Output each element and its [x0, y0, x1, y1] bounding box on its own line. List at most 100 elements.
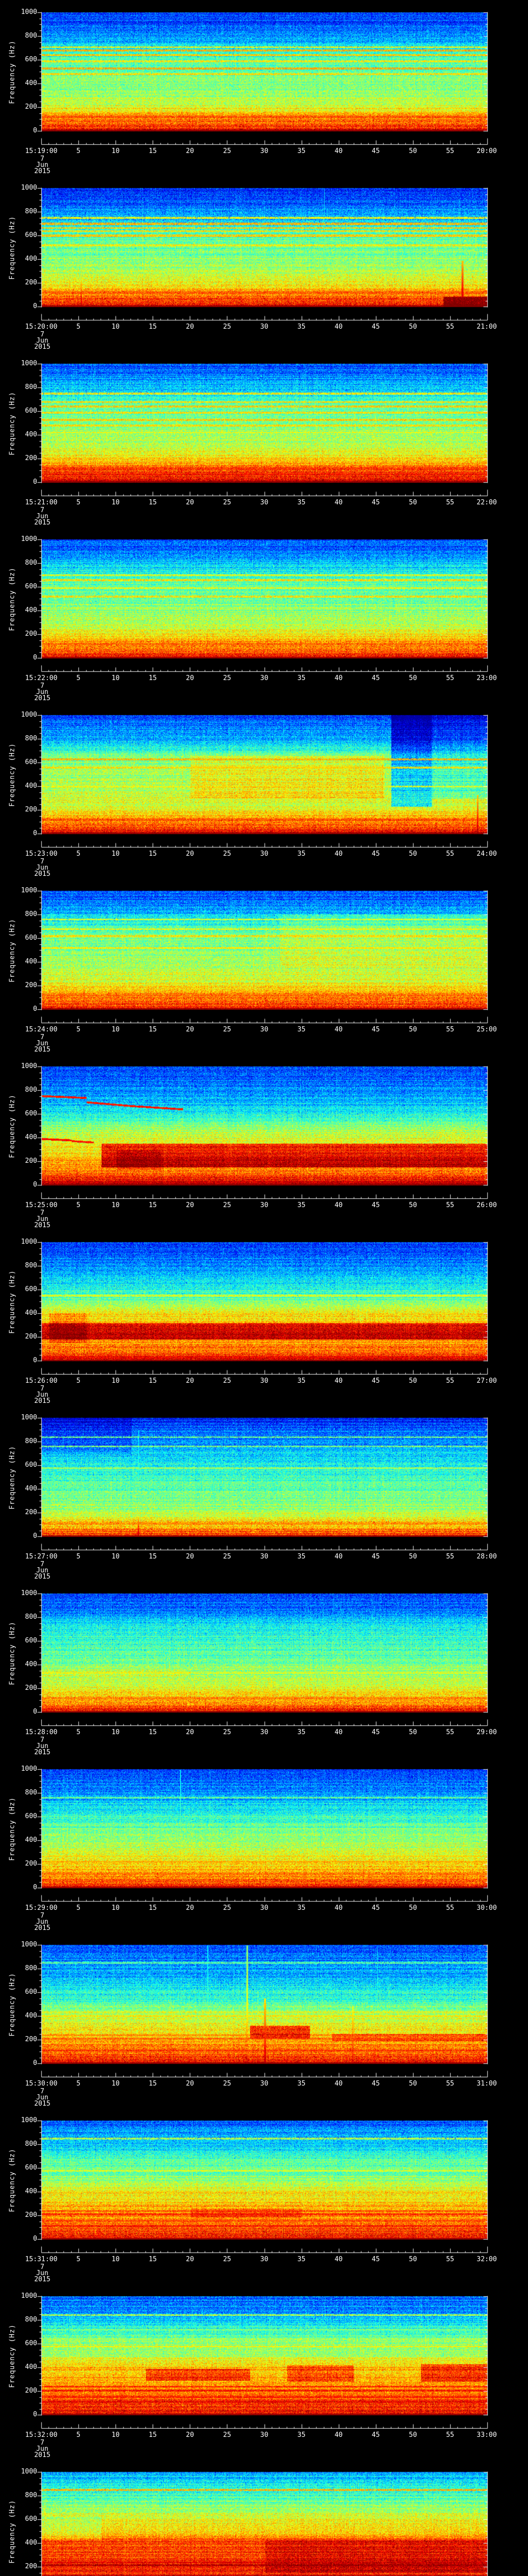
y-tick-label: 400 [25, 1836, 37, 1844]
y-tick-label: 600 [25, 2515, 37, 2523]
x-tick-label: 50 [409, 1201, 417, 1209]
date-year-label: 2015 [34, 519, 51, 527]
x-tick-label: 35 [297, 2256, 306, 2263]
x-tick-label: 25 [223, 674, 232, 682]
x-tick-label: 25 [223, 2080, 232, 2088]
y-tick-label: 200 [25, 1333, 37, 1341]
y-tick-label: 800 [25, 1964, 37, 1972]
y-tick-label: 1000 [21, 8, 37, 16]
y-axis-label: Frequency (Hz) [8, 1094, 16, 1158]
x-tick-label: 45 [371, 2080, 380, 2088]
y-axis-label: Frequency (Hz) [8, 567, 16, 631]
y-tick-label: 600 [25, 2340, 37, 2347]
x-tick-label: 5 [76, 1026, 80, 1033]
x-tick-label: 10 [111, 2431, 120, 2439]
spectrogram-panel: Frequency (Hz) 0 200 400 600 800 1000 15:20:0… [0, 176, 528, 351]
spectrogram-panel: Frequency (Hz) 0 200 400 600 800 1000 15:29:0… [0, 1757, 528, 1933]
y-tick-label: 0 [33, 127, 37, 134]
y-tick-label: 800 [25, 1437, 37, 1445]
spectrogram-panel: Frequency (Hz) 0 200 400 600 800 1000 15:32:0… [0, 2284, 528, 2460]
y-tick-label: 400 [25, 782, 37, 790]
x-tick-label: 5 [76, 1553, 80, 1561]
x-tick-label: 10 [111, 1728, 120, 1736]
x-tick-label: 5 [76, 850, 80, 858]
date-year-label: 2015 [34, 1397, 51, 1405]
x-tick-label: 10 [111, 1201, 120, 1209]
spectrogram-panel: Frequency (Hz) 0 200 400 600 800 1000 15:28:0… [0, 1581, 528, 1757]
x-tick-label: 50 [409, 323, 417, 331]
date-year-label: 2015 [34, 167, 51, 175]
y-tick-label: 0 [33, 1532, 37, 1540]
y-tick-label: 0 [33, 1708, 37, 1716]
x-start-time-label: 15:21:00 [25, 499, 58, 506]
y-tick-label: 800 [25, 2316, 37, 2324]
x-start-time-label: 15:30:00 [25, 2080, 58, 2088]
x-end-time-label: 22:00 [476, 499, 497, 506]
x-tick-label: 40 [334, 1377, 343, 1385]
y-tick-label: 200 [25, 1157, 37, 1165]
x-tick-label: 10 [111, 1553, 120, 1561]
spectrogram-panel: Frequency (Hz) 0 200 400 600 800 1000 15:31:0… [0, 2108, 528, 2284]
x-tick-label: 30 [260, 1728, 269, 1736]
date-year-label: 2015 [34, 2451, 51, 2459]
x-end-time-label: 28:00 [476, 1553, 497, 1561]
date-year-label: 2015 [34, 1573, 51, 1581]
x-tick-label: 25 [223, 1904, 232, 1912]
x-tick-label: 35 [297, 499, 306, 506]
x-tick-label: 5 [76, 323, 80, 331]
x-tick-label: 45 [371, 499, 380, 506]
y-tick-label: 0 [33, 2235, 37, 2243]
x-tick-label: 55 [446, 1553, 454, 1561]
x-tick-label: 40 [334, 2080, 343, 2088]
y-tick-label: 200 [25, 806, 37, 814]
x-tick-label: 45 [371, 1904, 380, 1912]
y-tick-label: 600 [25, 934, 37, 942]
x-tick-label: 10 [111, 674, 120, 682]
x-tick-label: 20 [186, 2080, 194, 2088]
x-tick-label: 20 [186, 2256, 194, 2263]
x-tick-label: 15 [148, 1904, 157, 1912]
y-axis-label: Frequency (Hz) [8, 2148, 16, 2212]
x-tick-label: 5 [76, 499, 80, 506]
x-tick-label: 40 [334, 1728, 343, 1736]
x-tick-label: 40 [334, 674, 343, 682]
x-end-time-label: 27:00 [476, 1377, 497, 1385]
x-end-time-label: 23:00 [476, 674, 497, 682]
y-tick-label: 800 [25, 2492, 37, 2499]
y-tick-label: 1000 [21, 1414, 37, 1421]
y-axis-label: Frequency (Hz) [8, 392, 16, 455]
y-tick-label: 200 [25, 981, 37, 989]
x-tick-label: 45 [371, 1728, 380, 1736]
x-tick-label: 15 [148, 1553, 157, 1561]
x-tick-label: 5 [76, 2431, 80, 2439]
x-start-time-label: 15:23:00 [25, 850, 58, 858]
x-tick-label: 15 [148, 1201, 157, 1209]
x-tick-label: 20 [186, 2431, 194, 2439]
x-tick-label: 40 [334, 850, 343, 858]
y-tick-label: 600 [25, 1637, 37, 1645]
x-tick-label: 5 [76, 1201, 80, 1209]
y-tick-label: 1000 [21, 711, 37, 719]
x-tick-label: 10 [111, 2256, 120, 2263]
x-start-time-label: 15:25:00 [25, 1201, 58, 1209]
x-tick-label: 45 [371, 147, 380, 155]
x-tick-label: 10 [111, 1377, 120, 1385]
y-tick-label: 0 [33, 302, 37, 310]
spectrogram-panel: Frequency (Hz) 0 200 400 600 800 1000 15:19:0… [0, 0, 528, 176]
y-tick-label: 0 [33, 2059, 37, 2067]
y-tick-label: 400 [25, 1660, 37, 1668]
x-tick-label: 10 [111, 2080, 120, 2088]
y-tick-label: 800 [25, 2140, 37, 2148]
x-tick-label: 15 [148, 147, 157, 155]
x-tick-label: 20 [186, 1377, 194, 1385]
x-tick-label: 40 [334, 147, 343, 155]
x-tick-label: 55 [446, 147, 454, 155]
y-tick-label: 1000 [21, 1941, 37, 1948]
x-tick-label: 55 [446, 1201, 454, 1209]
y-tick-label: 1000 [21, 535, 37, 543]
y-tick-label: 600 [25, 1812, 37, 1820]
x-tick-label: 30 [260, 1377, 269, 1385]
y-tick-label: 600 [25, 1461, 37, 1469]
x-tick-label: 45 [371, 2256, 380, 2263]
y-tick-label: 200 [25, 2036, 37, 2043]
